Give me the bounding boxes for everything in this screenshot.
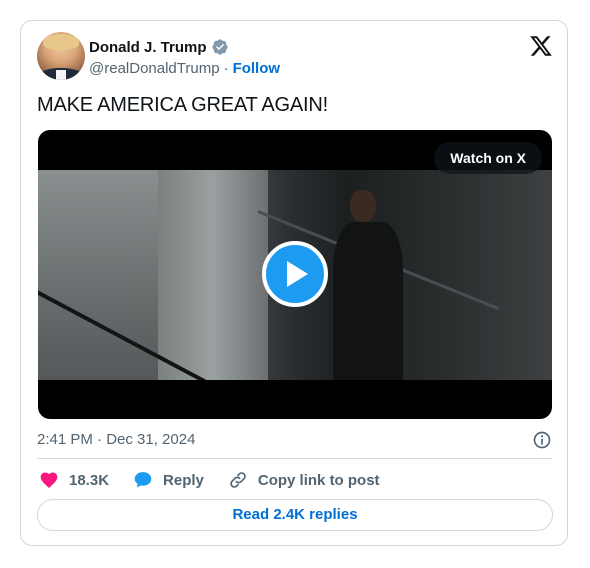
copy-link-button[interactable]: Copy link to post <box>228 470 380 490</box>
like-count: 18.3K <box>69 471 110 489</box>
like-button[interactable]: 18.3K <box>39 470 109 490</box>
info-icon[interactable] <box>532 430 552 450</box>
video-player[interactable]: Watch on X <box>38 130 552 419</box>
action-bar: 18.3K Reply Copy link to post <box>39 469 404 491</box>
video-scene-person-body <box>333 222 403 380</box>
x-logo-icon[interactable] <box>529 34 553 58</box>
tweet-timestamp[interactable]: 2:41 PM · Dec 31, 2024 <box>37 431 195 448</box>
heart-icon <box>40 472 58 488</box>
tweet-text: MAKE AMERICA GREAT AGAIN! <box>37 94 329 116</box>
author-handle[interactable]: @realDonaldTrump <box>89 60 220 77</box>
timestamp-row: 2:41 PM · Dec 31, 2024 <box>37 431 552 451</box>
tweet-card: Donald J. Trump @realDonaldTrump · Follo… <box>20 20 568 546</box>
video-scene-person-head <box>350 190 376 222</box>
watch-on-x-button[interactable]: Watch on X <box>434 142 542 174</box>
copy-link-label: Copy link to post <box>257 471 380 489</box>
author-handle-row: @realDonaldTrump · Follow <box>89 60 280 77</box>
avatar-hair <box>43 34 79 50</box>
play-button[interactable] <box>262 241 328 307</box>
avatar-shirt <box>56 70 66 80</box>
link-icon <box>230 472 246 488</box>
divider <box>37 458 552 459</box>
reply-label: Reply <box>163 471 204 489</box>
verified-badge-icon <box>211 39 228 55</box>
follow-button[interactable]: Follow <box>233 60 281 77</box>
play-icon <box>287 261 308 287</box>
reply-bubble-icon <box>134 472 152 488</box>
avatar[interactable] <box>37 32 85 80</box>
author-name-row: Donald J. Trump <box>89 38 229 56</box>
author-display-name[interactable]: Donald J. Trump <box>89 39 207 56</box>
handle-separator: · <box>223 60 229 77</box>
video-scene-pillar <box>158 170 268 380</box>
read-replies-button[interactable]: Read 2.4K replies <box>37 499 553 531</box>
reply-button[interactable]: Reply <box>133 470 204 490</box>
